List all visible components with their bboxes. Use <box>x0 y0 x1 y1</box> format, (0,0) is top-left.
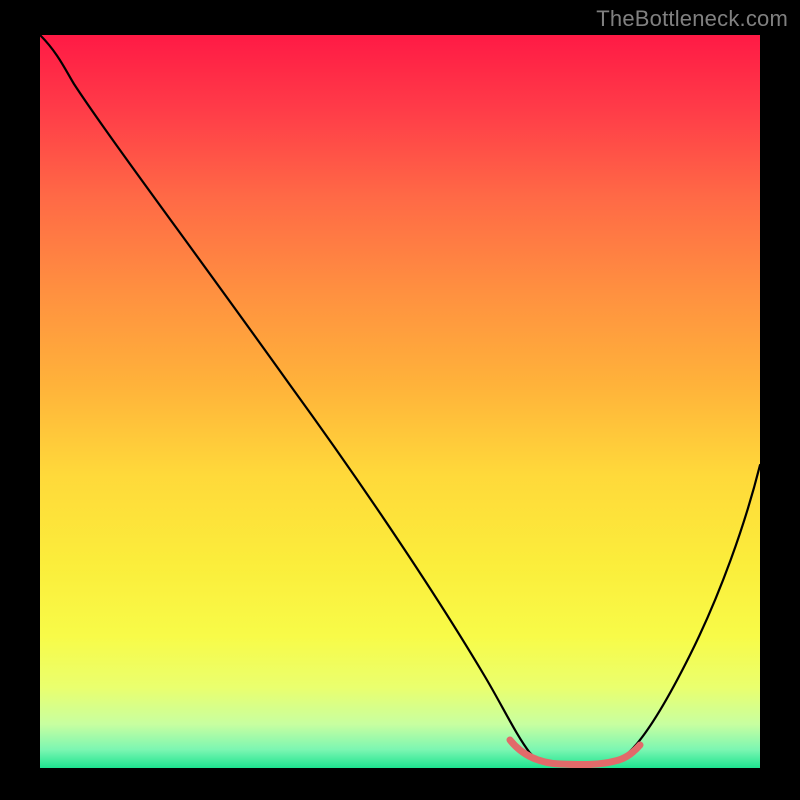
bottleneck-curve <box>40 35 760 768</box>
plot-area <box>40 35 760 768</box>
curve-path <box>40 35 760 765</box>
curve-highlight <box>510 740 640 765</box>
watermark-text: TheBottleneck.com <box>596 6 788 32</box>
chart-frame: TheBottleneck.com <box>0 0 800 800</box>
